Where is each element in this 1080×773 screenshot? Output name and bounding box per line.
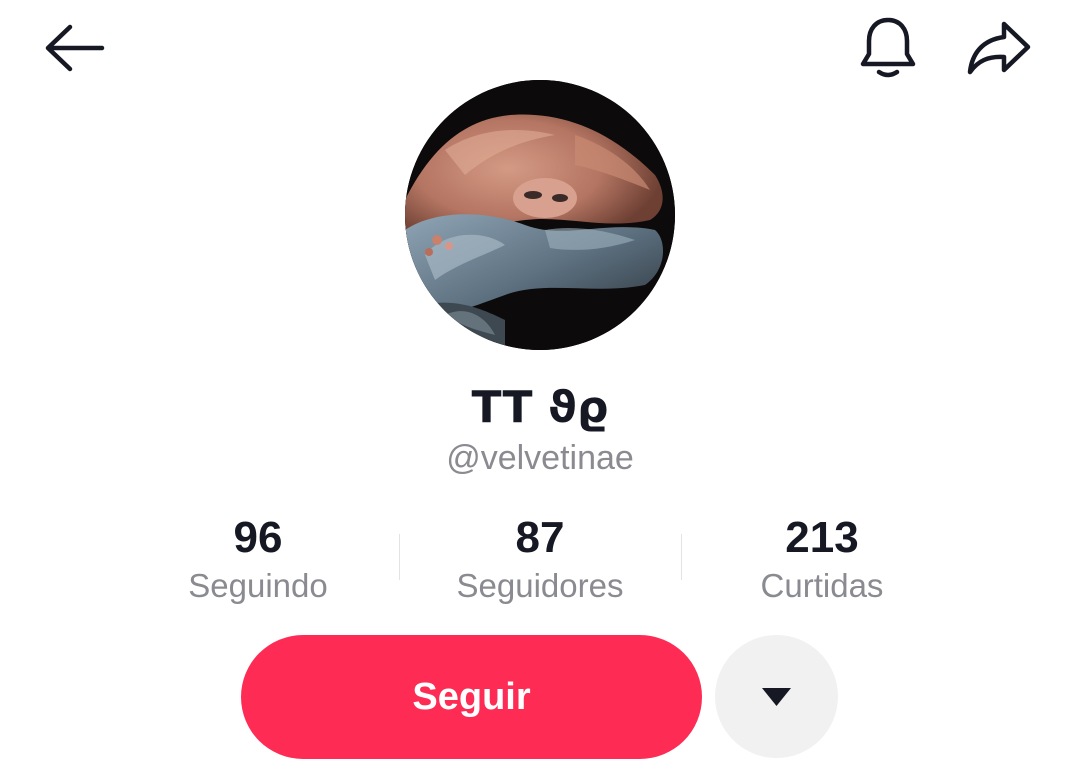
back-button[interactable]	[40, 18, 110, 78]
profile-screen: TT ϑϱ @velvetinae 96 Seguindo 87 Seguido…	[0, 0, 1080, 773]
avatar[interactable]	[405, 80, 675, 350]
stat-followers-label: Seguidores	[456, 567, 624, 604]
stat-likes-value: 213	[785, 513, 859, 562]
stat-followers-value: 87	[515, 513, 565, 562]
username: @velvetinae	[446, 439, 634, 477]
stat-following-label: Seguindo	[188, 567, 328, 604]
display-name: TT ϑϱ	[471, 382, 609, 433]
profile-photo	[405, 80, 675, 350]
stat-divider	[399, 534, 400, 580]
notification-button[interactable]	[855, 14, 921, 80]
more-options-button[interactable]	[715, 635, 838, 758]
caret-down-icon	[762, 688, 791, 706]
stat-following-value: 96	[233, 513, 283, 562]
bell-icon	[860, 17, 916, 78]
follow-button[interactable]: Seguir	[241, 635, 702, 759]
share-arrow-icon	[967, 21, 1031, 75]
stat-divider	[681, 534, 682, 580]
arrow-left-icon	[45, 24, 105, 72]
share-button[interactable]	[964, 16, 1036, 78]
profile-stats: 96 Seguindo 87 Seguidores 213 Curtidas	[0, 510, 1080, 610]
stat-likes-label: Curtidas	[760, 567, 884, 604]
stat-likes[interactable]: 213 Curtidas	[682, 510, 962, 606]
stat-following[interactable]: 96 Seguindo	[118, 510, 398, 606]
stat-followers[interactable]: 87 Seguidores	[400, 510, 680, 606]
